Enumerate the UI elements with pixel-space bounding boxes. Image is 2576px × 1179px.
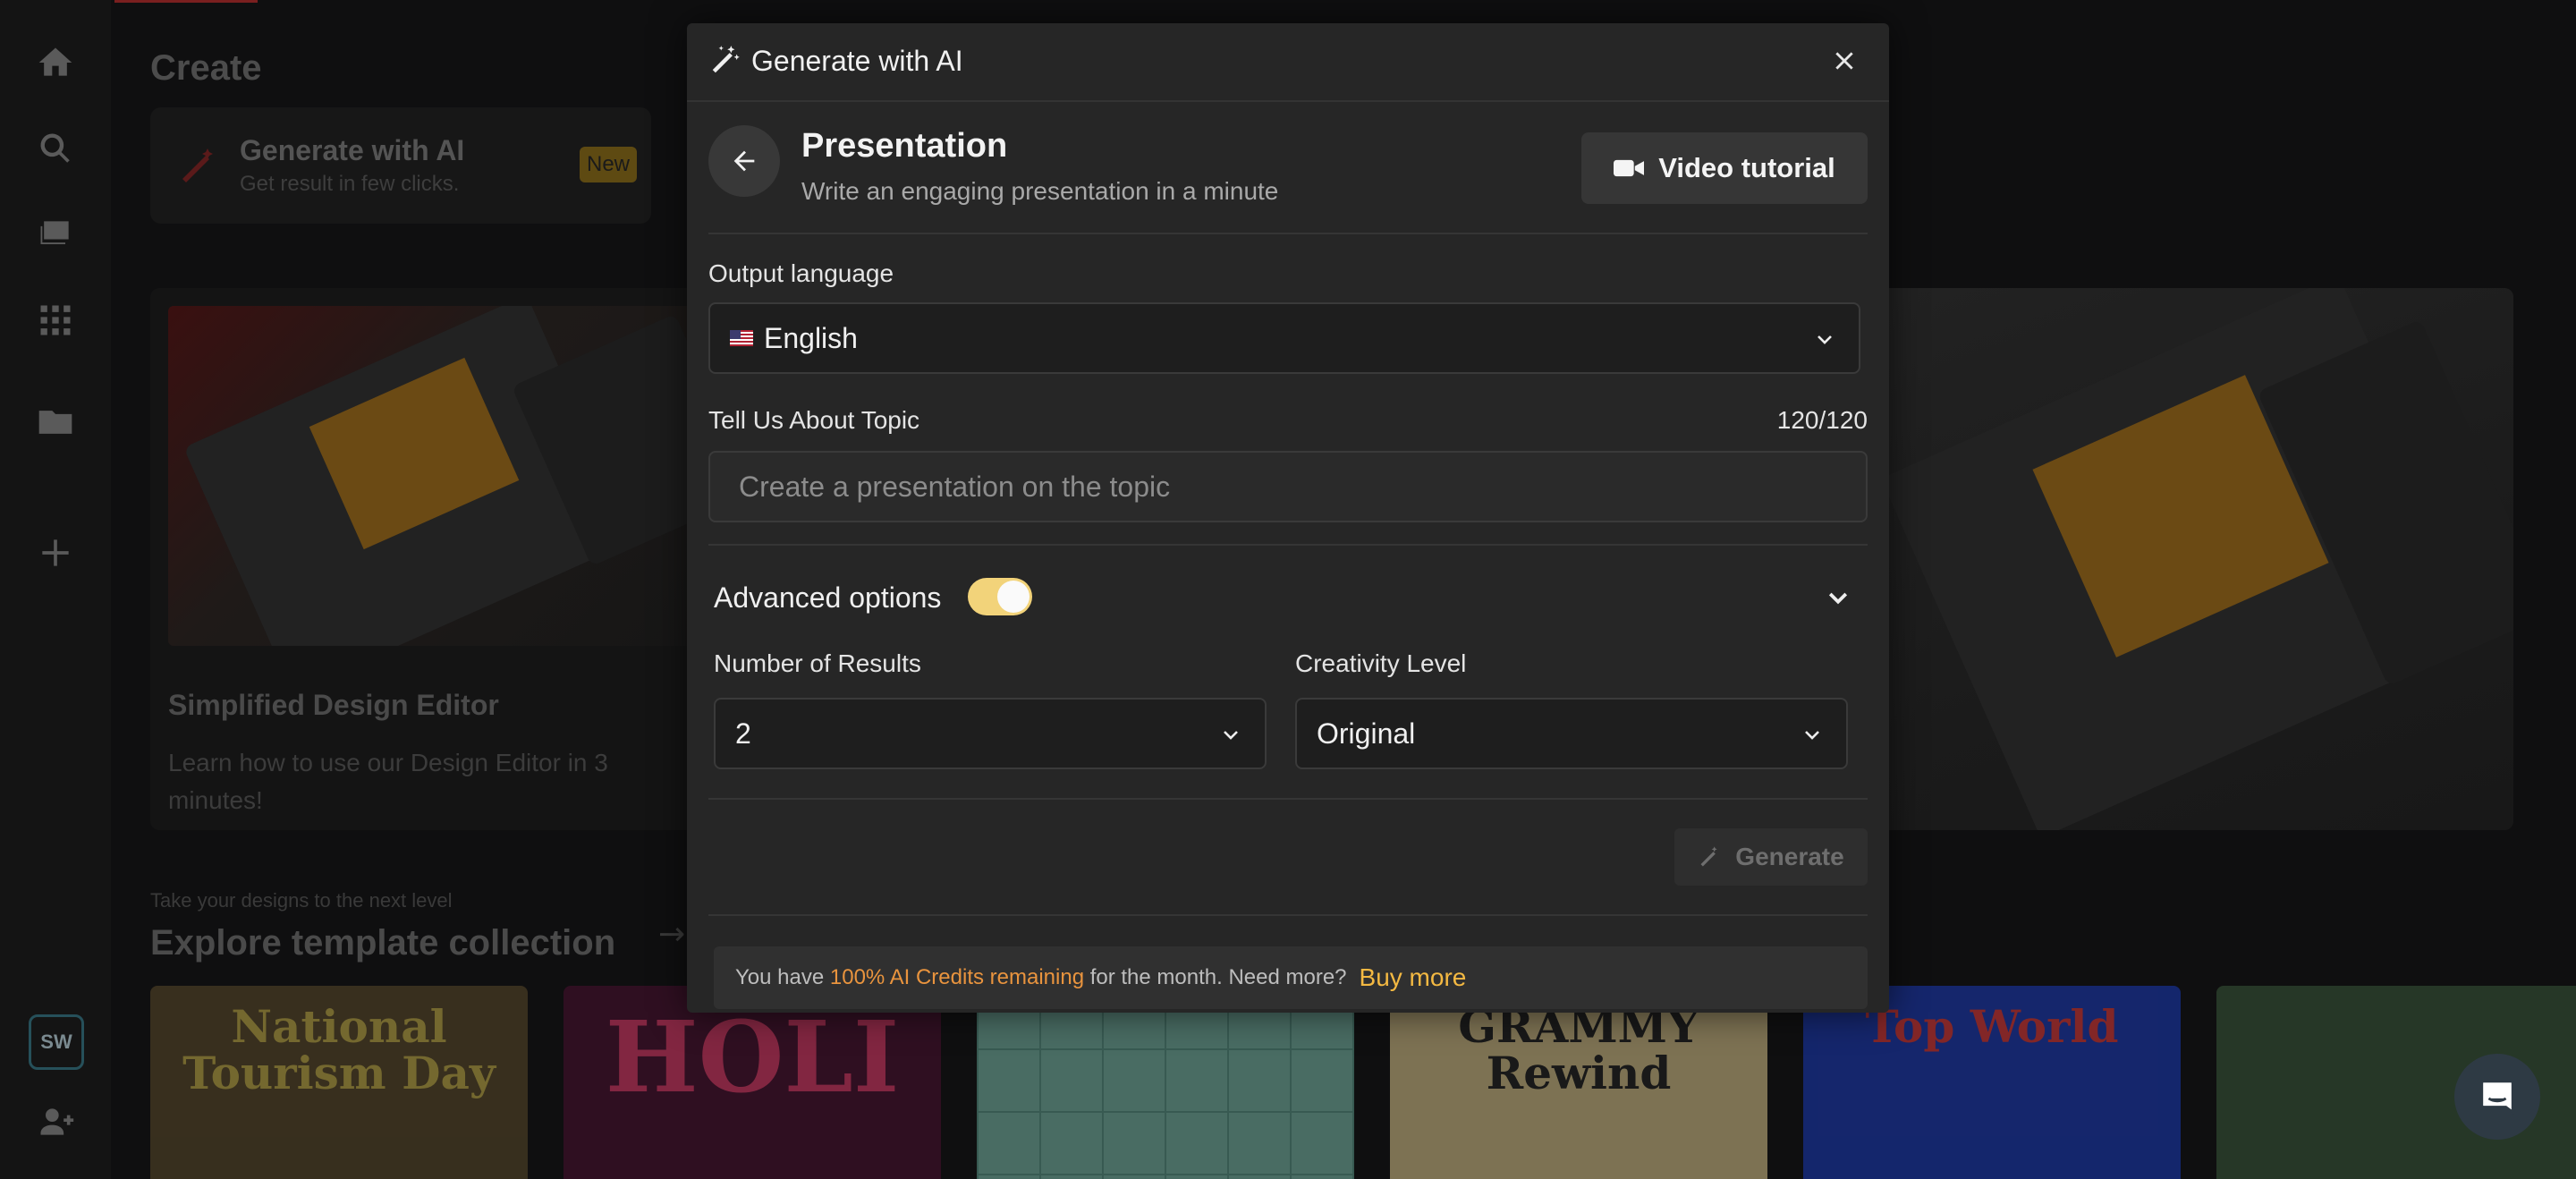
- top-accent-bar: [114, 0, 258, 3]
- number-of-results-value: 2: [735, 717, 751, 750]
- generate-card-title: Generate with AI: [240, 134, 465, 166]
- number-of-results-label: Number of Results: [714, 649, 921, 677]
- modal-header: Generate with AI: [687, 23, 1889, 102]
- explore-title: Explore template collection: [150, 923, 616, 963]
- creativity-level-select[interactable]: Original: [1295, 698, 1848, 769]
- credits-prefix: You have: [735, 965, 830, 989]
- chat-icon: [2480, 1080, 2514, 1115]
- divider: [708, 544, 1868, 546]
- generate-button[interactable]: Generate: [1674, 828, 1868, 886]
- arrow-left-icon: [733, 150, 755, 172]
- explore-kicker: Take your designs to the next level: [150, 889, 453, 912]
- chevron-down-icon: [1818, 335, 1832, 344]
- template-thumbnail[interactable]: Top World: [1803, 986, 2181, 1179]
- chevron-down-icon: [1805, 731, 1819, 740]
- template-title: HOLI: [605, 999, 900, 1115]
- credits-bar: You have 100% AI Credits remaining for t…: [714, 946, 1868, 1009]
- topic-char-counter: 120/120: [1776, 406, 1868, 434]
- plus-icon[interactable]: [34, 531, 77, 574]
- avatar[interactable]: SW: [29, 1014, 84, 1070]
- template-thumbnail[interactable]: HOLI: [564, 986, 941, 1179]
- template-thumbnail[interactable]: National Tourism Day: [150, 986, 528, 1179]
- chevron-down-icon: [1224, 731, 1238, 740]
- us-flag-icon: [730, 330, 753, 346]
- generate-ai-modal: Generate with AI Presentation Write an e…: [687, 23, 1889, 1013]
- advanced-options-label: Advanced options: [714, 581, 942, 614]
- hero-image: [1885, 288, 2513, 830]
- modal-title: Generate with AI: [751, 45, 963, 77]
- number-of-results-select[interactable]: 2: [714, 698, 1267, 769]
- close-button[interactable]: [1826, 43, 1862, 79]
- divider: [708, 914, 1868, 916]
- magic-wand-icon: [712, 46, 740, 73]
- credits-suffix: for the month. Need more?: [1084, 965, 1347, 989]
- creativity-level-label: Creativity Level: [1295, 649, 1467, 677]
- template-title: National Tourism Day: [182, 1000, 496, 1099]
- hero-description: Learn how to use our Design Editor in 3 …: [168, 749, 608, 814]
- creativity-level-value: Original: [1317, 717, 1416, 750]
- video-tutorial-button[interactable]: Video tutorial: [1581, 132, 1868, 204]
- back-button[interactable]: [708, 125, 780, 197]
- buy-more-link[interactable]: Buy more: [1360, 963, 1467, 992]
- close-icon: [1835, 52, 1853, 70]
- chevron-down-icon[interactable]: [1825, 585, 1852, 612]
- images-icon[interactable]: [34, 213, 77, 256]
- new-badge: New: [580, 147, 638, 182]
- topic-input[interactable]: [708, 451, 1868, 522]
- generate-with-ai-card[interactable]: Generate with AI Get result in few click…: [150, 107, 651, 224]
- hero-thumbnail: [168, 306, 705, 646]
- divider: [708, 798, 1868, 800]
- section-subtitle: Write an engaging presentation in a minu…: [801, 177, 1279, 205]
- template-thumbnail[interactable]: [977, 986, 1354, 1179]
- magic-wand-icon: [182, 148, 213, 182]
- arrow-right-icon[interactable]: →: [658, 916, 685, 953]
- magic-wand-icon: [1700, 846, 1717, 867]
- folder-icon[interactable]: [34, 401, 77, 444]
- search-icon[interactable]: [34, 127, 77, 170]
- add-user-icon[interactable]: [34, 1100, 77, 1143]
- apps-grid-icon[interactable]: [34, 299, 77, 342]
- topic-label: Tell Us About Topic: [708, 406, 920, 434]
- credits-remaining: 100% AI Credits remaining: [829, 965, 1085, 989]
- generate-label: Generate: [1735, 843, 1844, 870]
- sidebar: SW: [0, 0, 111, 1179]
- video-tutorial-label: Video tutorial: [1658, 152, 1835, 183]
- output-language-value: English: [764, 321, 858, 354]
- chat-support-button[interactable]: [2454, 1054, 2540, 1140]
- output-language-label: Output language: [708, 259, 894, 287]
- divider: [708, 233, 1868, 234]
- hero-title: Simplified Design Editor: [168, 689, 499, 721]
- home-icon[interactable]: [34, 41, 77, 84]
- generate-card-subtitle: Get result in few clicks.: [240, 172, 460, 196]
- section-title: Presentation: [801, 127, 1008, 165]
- create-title: Create: [150, 48, 262, 88]
- template-title: GRAMMY Rewind: [1458, 1000, 1699, 1099]
- advanced-options-toggle[interactable]: [968, 578, 1032, 615]
- video-camera-icon: [1614, 159, 1645, 177]
- template-thumbnail[interactable]: GRAMMY Rewind: [1390, 986, 1767, 1179]
- output-language-select[interactable]: English: [708, 302, 1860, 374]
